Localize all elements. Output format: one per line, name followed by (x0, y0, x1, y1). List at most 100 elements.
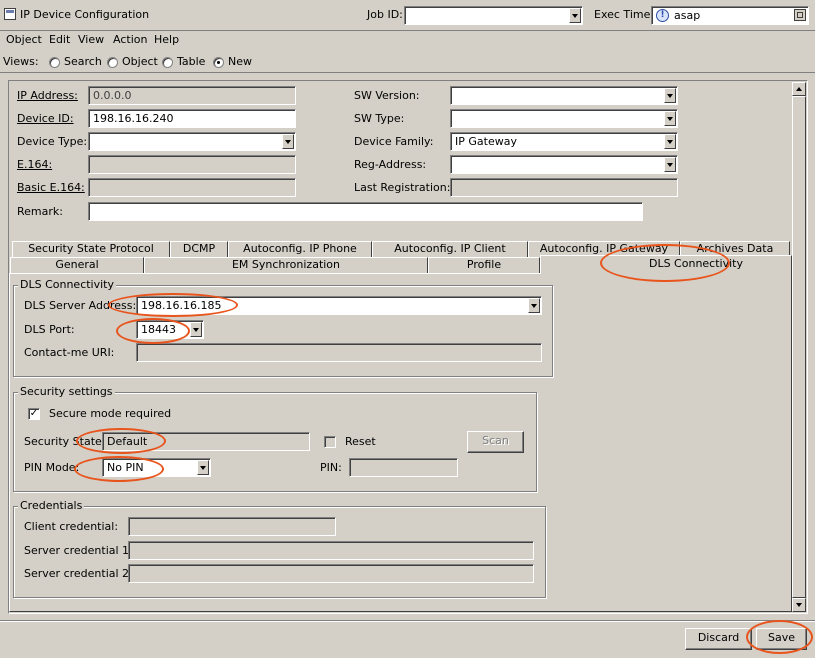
radio-table-label[interactable]: Table (177, 55, 205, 69)
device-family-dropdown-icon[interactable] (664, 134, 676, 149)
pin-mode-label: PIN Mode: (24, 461, 80, 474)
dls-port-dropdown-icon[interactable] (190, 322, 202, 337)
tab-security-state-protocol[interactable]: Security State Protocol (12, 241, 170, 257)
save-button[interactable]: Save (756, 628, 807, 650)
tab-label: DCMP (182, 242, 216, 255)
tab-label: EM Synchronization (231, 258, 341, 271)
device-type-dropdown-icon[interactable] (282, 134, 294, 149)
menu-edit[interactable]: Edit (49, 33, 70, 47)
scroll-thumb[interactable] (792, 96, 806, 598)
secure-mode-label[interactable]: Secure mode required (49, 407, 171, 421)
contact-me-uri-field (136, 343, 542, 362)
last-registration-field (450, 178, 678, 197)
tab-dls-connectivity[interactable]: DLS Connectivity (540, 255, 792, 274)
server-credential-2-label: Server credential 2: (24, 567, 133, 580)
reset-label[interactable]: Reset (345, 435, 376, 449)
client-credential-label: Client credential: (24, 520, 119, 533)
dls-server-address-label: DLS Server Address: (24, 299, 137, 312)
client-credential-field (128, 517, 336, 536)
radio-table[interactable] (162, 57, 173, 68)
device-family-value: IP Gateway (455, 135, 517, 148)
exec-time-value: asap (674, 9, 701, 22)
dls-group-title: DLS Connectivity (18, 278, 117, 292)
tab-autoconfig-ip-client[interactable]: Autoconfig. IP Client (372, 241, 528, 257)
radio-object-label[interactable]: Object (122, 55, 158, 69)
pin-mode-combo[interactable]: No PIN (102, 458, 211, 477)
ip-address-field: 0.0.0.0 (88, 86, 296, 105)
device-type-combo[interactable] (88, 132, 296, 151)
radio-search-label[interactable]: Search (64, 55, 102, 69)
secure-mode-checkbox[interactable]: ✓ (28, 408, 40, 420)
basic-e164-field (88, 178, 296, 197)
views-label: Views: (3, 55, 39, 68)
scan-button[interactable]: Scan (467, 431, 524, 453)
scroll-down-icon[interactable] (792, 598, 806, 612)
job-id-combo[interactable] (404, 6, 583, 25)
tab-em-synchronization[interactable]: EM Synchronization (144, 257, 428, 273)
reg-address-dropdown-icon[interactable] (664, 157, 676, 172)
last-registration-label: Last Registration: (354, 181, 451, 194)
tab-profile[interactable]: Profile (428, 257, 540, 273)
pin-field (349, 458, 458, 477)
dls-port-combo[interactable]: 18443 (136, 320, 204, 339)
radio-new[interactable] (213, 57, 224, 68)
remark-label: Remark: (17, 205, 63, 218)
tab-general[interactable]: General (10, 257, 144, 273)
e164-label: E.164: (17, 158, 53, 171)
vertical-scrollbar[interactable] (792, 82, 806, 612)
scan-button-label: Scan (482, 434, 509, 447)
radio-object[interactable] (107, 57, 118, 68)
device-family-combo[interactable]: IP Gateway (450, 132, 678, 151)
window-title: IP Device Configuration (20, 8, 150, 21)
dls-port-label: DLS Port: (24, 323, 75, 336)
views-bar: Views: Search Object Table New (0, 51, 815, 73)
menu-object[interactable]: Object (6, 33, 42, 47)
ip-address-label: IP Address: (17, 89, 78, 102)
device-id-value: 198.16.16.240 (93, 112, 174, 125)
radio-new-label[interactable]: New (228, 55, 252, 69)
device-id-label: Device ID: (17, 112, 74, 125)
remark-input[interactable] (88, 202, 643, 221)
exec-time-label: Exec Time: (594, 8, 655, 21)
scroll-up-icon[interactable] (792, 82, 806, 96)
dls-server-address-dropdown-icon[interactable] (528, 298, 540, 313)
sw-version-combo[interactable] (450, 86, 678, 105)
clock-icon: ! (656, 9, 669, 22)
menu-bar: Object Edit View Action Help (0, 31, 815, 51)
menu-help[interactable]: Help (154, 33, 179, 47)
sw-version-dropdown-icon[interactable] (664, 88, 676, 103)
tab-label: Profile (466, 258, 502, 271)
menu-view[interactable]: View (78, 33, 104, 47)
reset-checkbox[interactable] (324, 436, 336, 448)
pin-mode-dropdown-icon[interactable] (197, 460, 209, 475)
security-state-label: Security State: (24, 435, 106, 448)
pin-label: PIN: (320, 461, 342, 474)
dls-server-address-value: 198.16.16.185 (141, 299, 222, 312)
radio-search[interactable] (49, 57, 60, 68)
reg-address-combo[interactable] (450, 155, 678, 174)
security-group-title: Security settings (18, 385, 115, 399)
sw-type-combo[interactable] (450, 109, 678, 128)
pin-mode-value: No PIN (107, 461, 144, 474)
menu-action[interactable]: Action (113, 33, 147, 47)
discard-button-label: Discard (697, 631, 740, 644)
title-bar: IP Device Configuration Job ID: Exec Tim… (0, 0, 815, 31)
tab-autoconfig-ip-phone[interactable]: Autoconfig. IP Phone (228, 241, 372, 257)
save-button-label: Save (767, 631, 795, 644)
dls-server-address-combo[interactable]: 198.16.16.185 (136, 296, 542, 315)
sw-type-label: SW Type: (354, 112, 405, 125)
tab-dcmp[interactable]: DCMP (170, 241, 228, 257)
tab-label: Security State Protocol (28, 242, 154, 255)
security-state-field: Default (102, 432, 310, 451)
tab-label: Autoconfig. IP Client (394, 242, 506, 255)
job-id-dropdown-icon[interactable] (569, 8, 581, 23)
tab-label: Autoconfig. IP Phone (243, 242, 357, 255)
device-id-input[interactable]: 198.16.16.240 (88, 109, 296, 128)
tab-label: General (55, 258, 99, 271)
window-app-icon (4, 8, 16, 20)
sw-type-dropdown-icon[interactable] (664, 111, 676, 126)
reg-address-label: Reg-Address: (354, 158, 427, 171)
exec-time-picker-icon[interactable] (794, 9, 806, 21)
exec-time-field[interactable]: ! asap (651, 6, 809, 25)
discard-button[interactable]: Discard (685, 628, 752, 650)
